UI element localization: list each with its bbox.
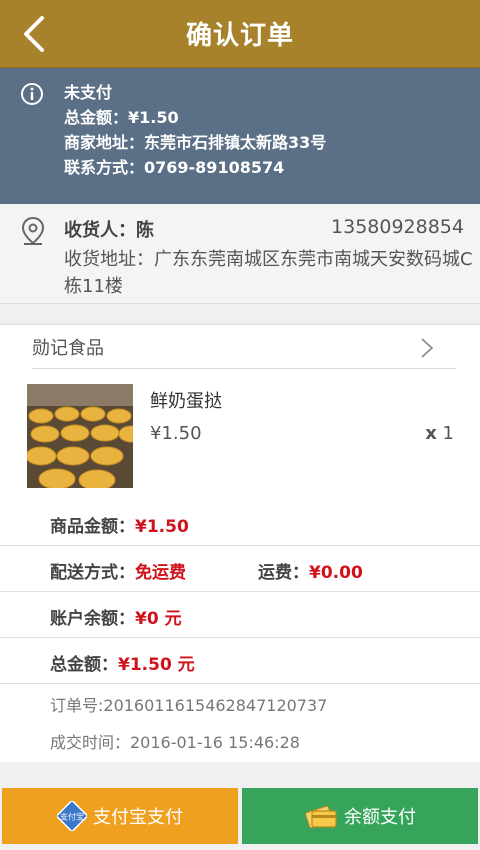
delivery-label: 配送方式： — [50, 563, 135, 583]
chevron-right-icon — [421, 338, 434, 358]
total-label: 总金额： — [50, 655, 118, 675]
balance-row: 账户余额：¥0 元 — [0, 592, 480, 638]
total-row: 总金额：¥1.50 元 — [0, 638, 480, 684]
balance-pay-button[interactable]: 余额支付 — [242, 788, 478, 844]
page-title: 确认订单 — [185, 21, 294, 51]
receiver-phone: 13580928854 — [331, 216, 464, 238]
deal-time: 成交时间：2016-01-16 15:46:28 — [50, 733, 300, 752]
receiver-panel[interactable]: 收货人：陈 13580928854 收货地址：广东东莞南城区东莞市南城天安数码城… — [0, 204, 480, 304]
wallet-card-icon — [305, 805, 337, 829]
alipay-pay-button[interactable]: 支付宝 支付宝支付 — [2, 788, 238, 844]
balance-value: ¥0 元 — [135, 609, 182, 629]
product-price: ¥1.50 — [150, 423, 202, 444]
status-total: 总金额：¥1.50 — [64, 108, 179, 127]
quantity-multiplier: x — [425, 423, 437, 444]
freight-label: 运费： — [258, 563, 309, 583]
svg-text:支付宝: 支付宝 — [60, 812, 84, 822]
back-button[interactable] — [18, 12, 54, 56]
shop-row[interactable]: 勋记食品 — [32, 325, 456, 369]
quantity-value: 1 — [442, 423, 454, 444]
product-name: 鲜奶蛋挞 — [150, 391, 222, 412]
total-value: ¥1.50 元 — [118, 655, 195, 675]
product-image[interactable] — [27, 384, 133, 488]
order-number: 订单号:2016011615462847120737 — [50, 696, 328, 715]
goods-amount-label: 商品金额： — [50, 517, 135, 537]
shop-name: 勋记食品 — [32, 337, 104, 359]
payment-state: 未支付 — [64, 83, 113, 102]
delivery-value: 免运费 — [135, 563, 186, 583]
order-status-panel: 未支付 总金额：¥1.50 商家地址：东莞市石排镇太新路33号 联系方式：076… — [0, 68, 480, 204]
info-icon — [21, 83, 43, 105]
receiver-name: 收货人：陈 — [64, 220, 154, 241]
delivery-row: 配送方式：免运费 运费：¥0.00 — [0, 546, 480, 592]
balance-label: 账户余额： — [50, 609, 135, 629]
chevron-left-icon — [24, 16, 44, 52]
receiver-address: 收货地址：广东东莞南城区东莞市南城天安数码城C栋11楼 — [64, 249, 473, 297]
freight-value: ¥0.00 — [309, 563, 363, 583]
balance-pay-label: 余额支付 — [344, 807, 416, 828]
payment-bar: 支付宝 支付宝支付 余额支付 — [0, 778, 480, 850]
alipay-pay-label: 支付宝支付 — [93, 807, 183, 828]
goods-amount-row: 商品金额：¥1.50 — [0, 500, 480, 546]
merchant-address: 商家地址：东莞市石排镇太新路33号 — [64, 133, 327, 152]
alipay-icon: 支付宝 — [57, 801, 87, 831]
goods-amount-value: ¥1.50 — [135, 517, 189, 537]
top-bar: 确认订单 — [0, 0, 480, 68]
merchant-contact: 联系方式：0769-89108574 — [64, 158, 285, 177]
order-detail-card: 勋记食品 鲜奶蛋挞 ¥1.50 x 1 商品金额：¥1.50 配送方式：免运费 … — [0, 324, 480, 762]
location-pin-icon — [21, 216, 45, 245]
product-quantity: x 1 — [425, 423, 454, 444]
